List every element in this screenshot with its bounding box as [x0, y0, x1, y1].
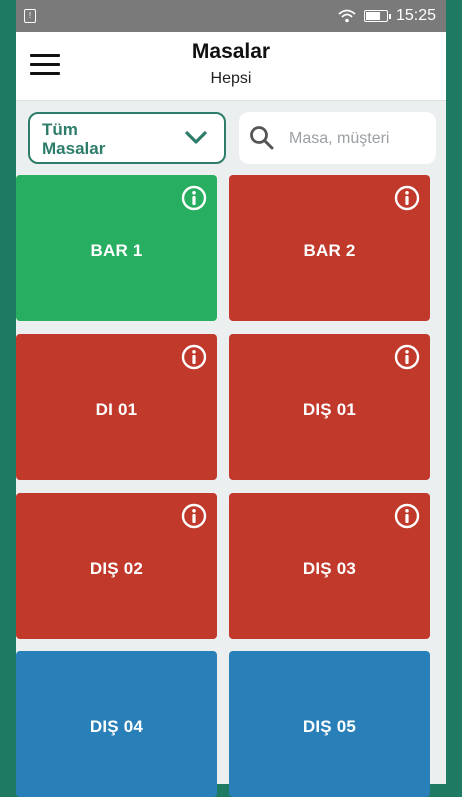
table-tile[interactable]: DIŞ 02 [16, 493, 217, 639]
table-tile[interactable]: DIŞ 01 [229, 334, 430, 480]
info-icon[interactable] [181, 185, 207, 216]
status-right: 15:25 [338, 7, 436, 25]
table-tile[interactable]: DIŞ 05 [229, 651, 430, 797]
table-name: DIŞ 04 [89, 717, 144, 736]
page-title: Masalar [191, 40, 271, 63]
page-subtitle: Hepsi [210, 70, 252, 87]
search-box[interactable] [239, 112, 436, 166]
table-name: DIŞ 05 [302, 717, 357, 736]
table-name: DIŞ 01 [302, 400, 357, 419]
search-input[interactable] [287, 112, 431, 166]
table-name: DIŞ 03 [302, 559, 357, 578]
info-icon[interactable] [181, 344, 207, 375]
table-name: DI 01 [95, 400, 138, 419]
table-name: DIŞ 02 [89, 559, 144, 578]
table-filter-dropdown[interactable]: Tüm Masalar [28, 112, 226, 164]
table-tile[interactable]: DI 01 [16, 334, 217, 480]
info-icon[interactable] [394, 503, 420, 534]
battery-icon [363, 10, 391, 22]
table-tile[interactable]: BAR 2 [229, 175, 430, 321]
table-name: BAR 1 [90, 241, 143, 260]
table-name: BAR 2 [303, 241, 356, 260]
wifi-icon [338, 9, 356, 23]
table-filter-label: Tüm Masalar [42, 120, 106, 158]
notification-icon: ! [24, 9, 36, 23]
search-icon [250, 126, 274, 150]
table-tile[interactable]: DIŞ 03 [229, 493, 430, 639]
info-icon[interactable] [394, 344, 420, 375]
filter-row: Tüm Masalar [16, 101, 446, 169]
app-header: Masalar Hepsi [16, 32, 446, 101]
info-icon[interactable] [181, 503, 207, 534]
chevron-down-icon [185, 131, 207, 144]
status-bar: ! 15:25 [16, 0, 446, 32]
table-tile[interactable]: BAR 1 [16, 175, 217, 321]
table-tile[interactable]: DIŞ 04 [16, 651, 217, 797]
info-icon[interactable] [394, 185, 420, 216]
status-time: 15:25 [395, 7, 436, 24]
